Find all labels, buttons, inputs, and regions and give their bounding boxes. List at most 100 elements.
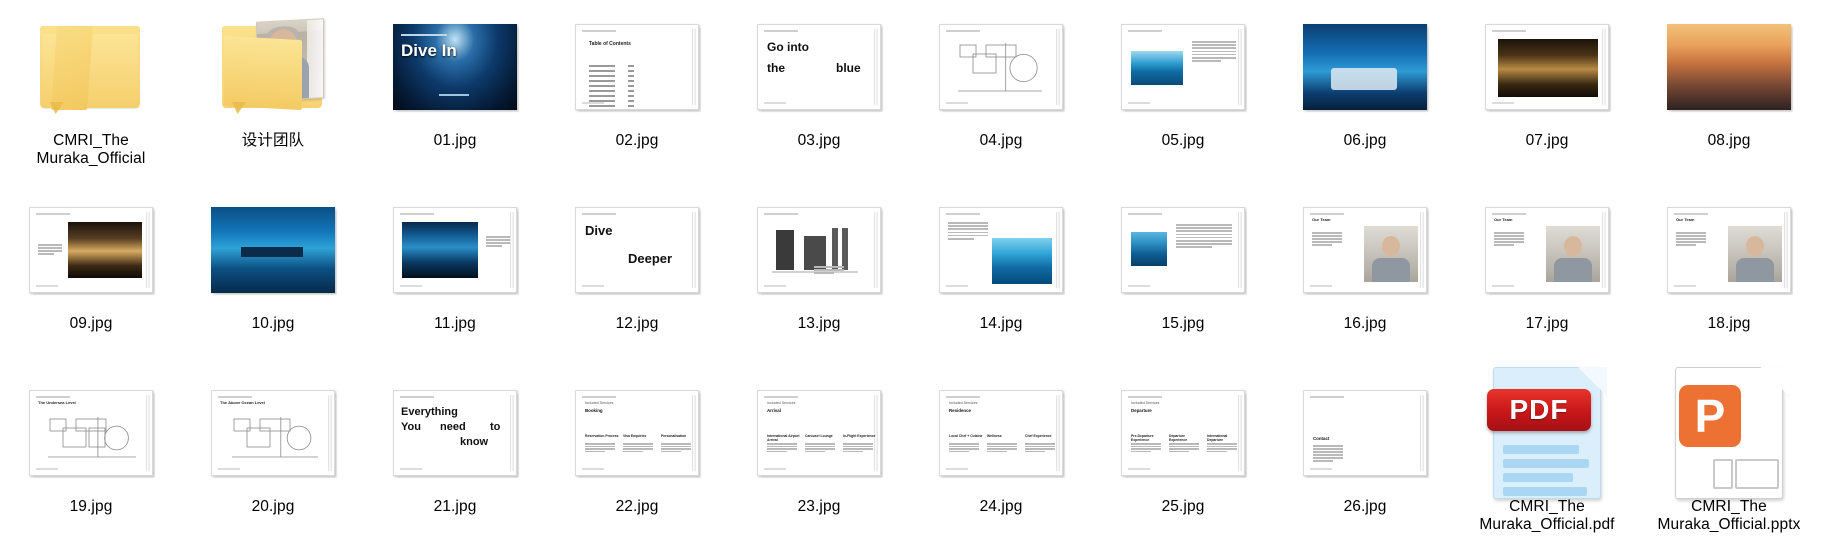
file-icon[interactable] xyxy=(3,4,179,130)
file-item[interactable]: Our Team 16.jpg xyxy=(1274,183,1456,366)
file-label: 09.jpg xyxy=(69,315,113,332)
file-label: 23.jpg xyxy=(797,498,841,515)
file-label: 15.jpg xyxy=(1161,315,1205,332)
file-icon[interactable] xyxy=(1277,4,1453,130)
file-icon[interactable] xyxy=(185,4,361,130)
slide-thumbnail: Our Team xyxy=(1667,207,1791,293)
file-icon[interactable]: Included Services Residence Local Chef +… xyxy=(913,370,1089,496)
file-icon[interactable]: Included Services Booking Reservation Pr… xyxy=(549,370,725,496)
file-icon[interactable]: Our Team xyxy=(1641,187,1817,313)
file-label: 17.jpg xyxy=(1525,315,1569,332)
file-item[interactable]: The Undersea Level 19.jpg xyxy=(0,366,182,549)
file-icon[interactable] xyxy=(1641,4,1817,130)
file-item[interactable]: P CMRI_The Muraka_Official.pptx xyxy=(1638,366,1820,549)
file-item[interactable]: CMRI_The Muraka_Official xyxy=(0,0,182,183)
file-icon[interactable] xyxy=(185,187,361,313)
pdf-file-icon: PDF xyxy=(1487,367,1607,499)
slide-thumbnail: Our Team xyxy=(1303,207,1427,293)
file-icon[interactable]: Table of Contents xyxy=(549,4,725,130)
slide-thumbnail: Included Services Departure Pre-Departur… xyxy=(1121,390,1245,476)
file-item[interactable]: The Above Ocean Level 20.jpg xyxy=(182,366,364,549)
file-label: 设计团队 xyxy=(241,132,305,149)
file-item[interactable]: 09.jpg xyxy=(0,183,182,366)
file-item[interactable]: Included Services Residence Local Chef +… xyxy=(910,366,1092,549)
file-icon[interactable]: Go into the blue xyxy=(731,4,907,130)
file-icon[interactable] xyxy=(1095,4,1271,130)
file-item[interactable]: 10.jpg xyxy=(182,183,364,366)
file-icon[interactable] xyxy=(913,187,1089,313)
file-item[interactable]: Included Services Arrival International … xyxy=(728,366,910,549)
file-item[interactable]: Go into the blue 03.jpg xyxy=(728,0,910,183)
file-grid[interactable]: CMRI_The Muraka_Official 设计团队 Dive In 01… xyxy=(0,0,1825,551)
file-item[interactable]: Dive In 01.jpg xyxy=(364,0,546,183)
file-label: 11.jpg xyxy=(434,315,476,332)
file-item[interactable]: Included Services Departure Pre-Departur… xyxy=(1092,366,1274,549)
file-item[interactable]: PDF CMRI_The Muraka_Official.pdf xyxy=(1456,366,1638,549)
file-icon[interactable] xyxy=(367,187,543,313)
file-item[interactable]: Included Services Booking Reservation Pr… xyxy=(546,366,728,549)
floor-plan-drawing xyxy=(958,43,1042,92)
pdf-badge: PDF xyxy=(1487,389,1591,431)
file-icon[interactable]: Our Team xyxy=(1459,187,1635,313)
slide-thumbnail: The Above Ocean Level xyxy=(211,390,335,476)
file-item[interactable]: Dive Deeper 12.jpg xyxy=(546,183,728,366)
file-label: CMRI_The Muraka_Official.pptx xyxy=(1657,498,1801,533)
file-label: 02.jpg xyxy=(615,132,659,149)
file-icon[interactable]: P xyxy=(1641,367,1817,499)
file-icon[interactable]: Everything You need to know xyxy=(367,370,543,496)
file-item[interactable]: 04.jpg xyxy=(910,0,1092,183)
file-item[interactable]: 07.jpg xyxy=(1456,0,1638,183)
file-label: 13.jpg xyxy=(797,315,841,332)
slide-thumbnail xyxy=(1121,207,1245,293)
file-label: CMRI_The Muraka_Official xyxy=(36,132,146,167)
file-icon[interactable]: The Above Ocean Level xyxy=(185,370,361,496)
file-icon[interactable]: PDF xyxy=(1459,367,1635,499)
file-item[interactable]: 设计团队 xyxy=(182,0,364,183)
file-icon[interactable]: Included Services Arrival International … xyxy=(731,370,907,496)
slide-thumbnail: Go into the blue xyxy=(757,24,881,110)
file-item[interactable]: 06.jpg xyxy=(1274,0,1456,183)
file-icon[interactable] xyxy=(1459,4,1635,130)
file-item[interactable]: Everything You need to know 21.jpg xyxy=(364,366,546,549)
file-label: 24.jpg xyxy=(979,498,1023,515)
file-item[interactable]: Table of Contents 02.jpg xyxy=(546,0,728,183)
slide-thumbnail xyxy=(1667,24,1791,110)
file-item[interactable]: Our Team 17.jpg xyxy=(1456,183,1638,366)
file-label: 05.jpg xyxy=(1161,132,1205,149)
file-icon[interactable]: Dive Deeper xyxy=(549,187,725,313)
file-label: 01.jpg xyxy=(433,132,477,149)
file-item[interactable]: 11.jpg xyxy=(364,183,546,366)
file-icon[interactable]: The Undersea Level xyxy=(3,370,179,496)
file-icon[interactable]: Contact xyxy=(1277,370,1453,496)
slide-thumbnail: Included Services Booking Reservation Pr… xyxy=(575,390,699,476)
file-item[interactable]: Contact 26.jpg xyxy=(1274,366,1456,549)
file-item[interactable]: Our Team 18.jpg xyxy=(1638,183,1820,366)
file-item[interactable]: 13.jpg xyxy=(728,183,910,366)
file-icon[interactable] xyxy=(3,187,179,313)
slide-thumbnail: Included Services Arrival International … xyxy=(757,390,881,476)
file-icon[interactable]: Dive In xyxy=(367,4,543,130)
slide-thumbnail xyxy=(939,24,1063,110)
file-label: 25.jpg xyxy=(1161,498,1205,515)
file-item[interactable]: 08.jpg xyxy=(1638,0,1820,183)
file-item[interactable]: 05.jpg xyxy=(1092,0,1274,183)
file-label: 06.jpg xyxy=(1343,132,1387,149)
slide-thumbnail xyxy=(211,207,335,293)
powerpoint-badge: P xyxy=(1679,385,1741,447)
file-icon[interactable]: Included Services Departure Pre-Departur… xyxy=(1095,370,1271,496)
file-icon[interactable] xyxy=(1095,187,1271,313)
file-item[interactable]: 15.jpg xyxy=(1092,183,1274,366)
slide-thumbnail: Included Services Residence Local Chef +… xyxy=(939,390,1063,476)
slide-thumbnail xyxy=(1485,24,1609,110)
file-label: 20.jpg xyxy=(251,498,295,515)
slide-thumbnail: Dive Deeper xyxy=(575,207,699,293)
file-label: 18.jpg xyxy=(1707,315,1751,332)
file-label: 14.jpg xyxy=(979,315,1023,332)
slide-thumbnail: The Undersea Level xyxy=(29,390,153,476)
slide-thumbnail xyxy=(1303,24,1427,110)
file-item[interactable]: 14.jpg xyxy=(910,183,1092,366)
file-label: 22.jpg xyxy=(615,498,659,515)
file-icon[interactable] xyxy=(913,4,1089,130)
file-icon[interactable]: Our Team xyxy=(1277,187,1453,313)
file-icon[interactable] xyxy=(731,187,907,313)
